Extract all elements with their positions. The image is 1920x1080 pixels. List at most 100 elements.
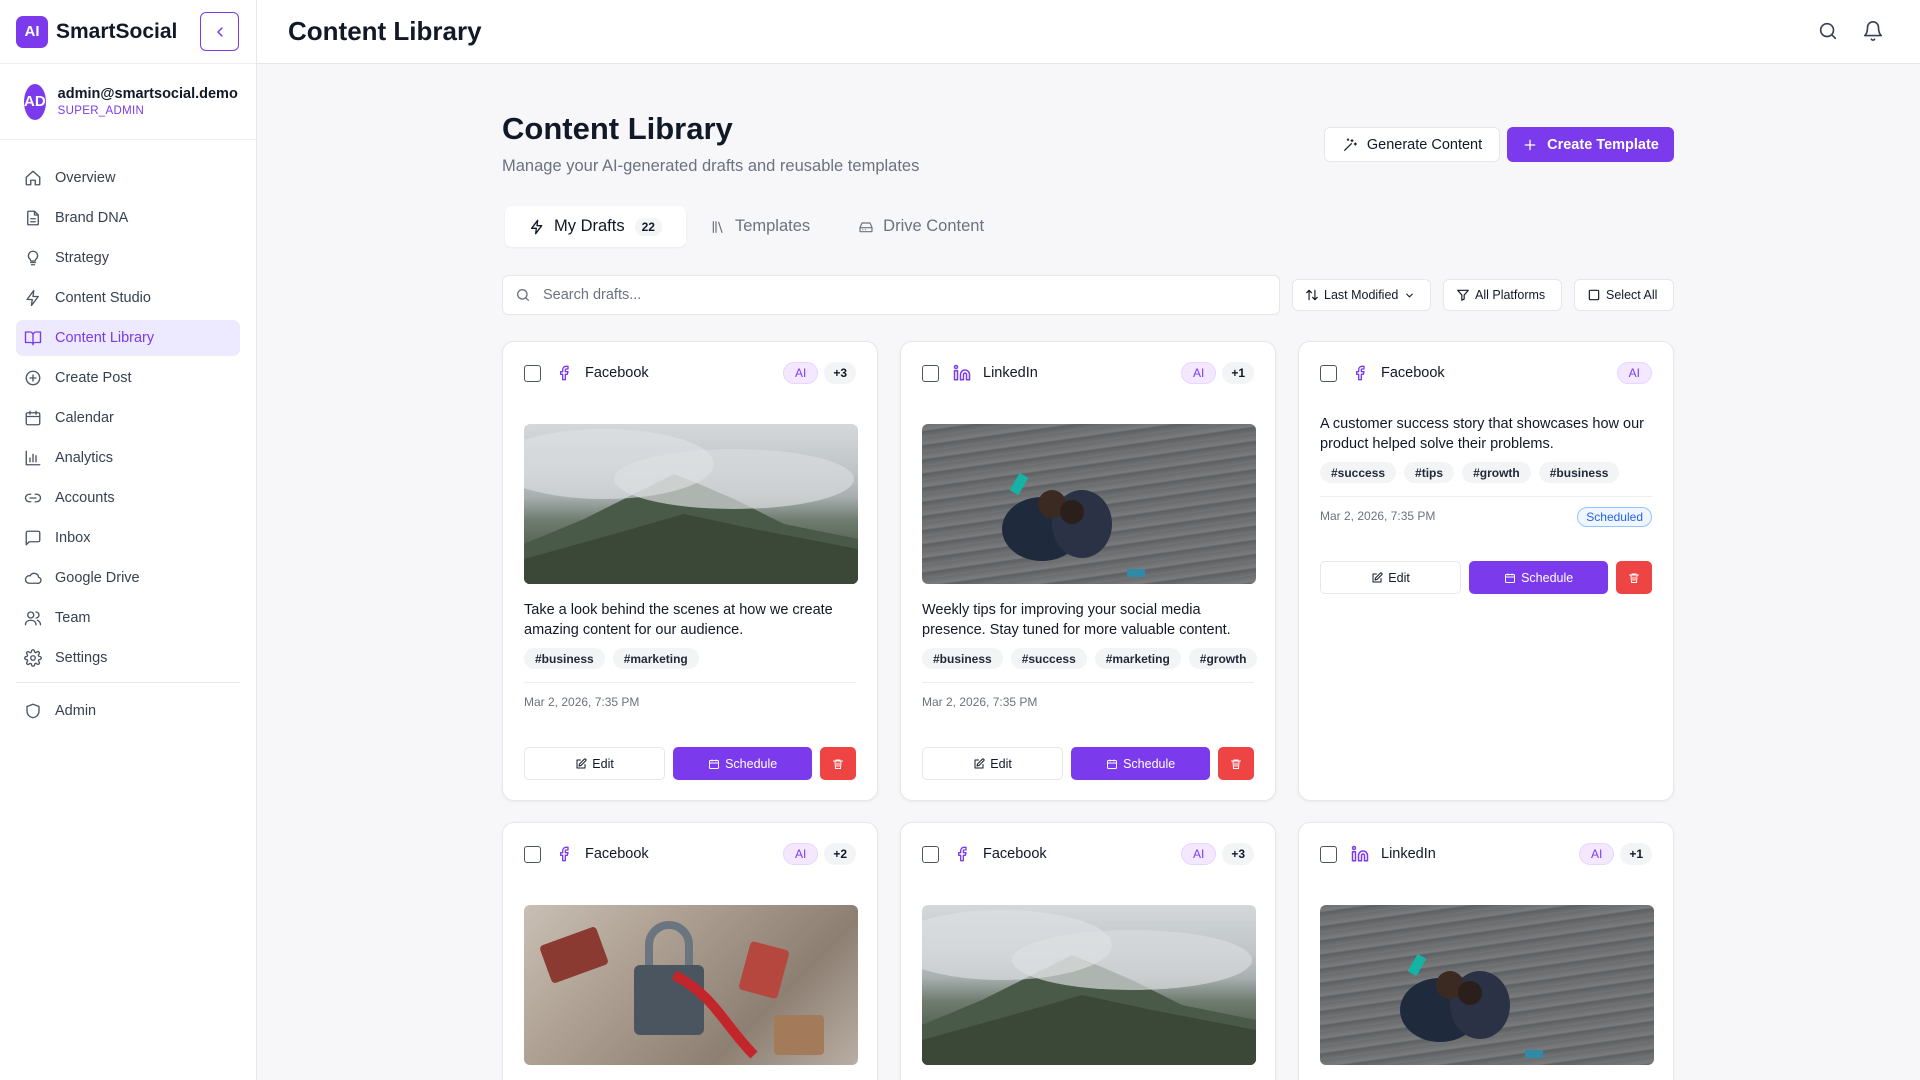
sort-dropdown[interactable]: Last Modified — [1292, 279, 1431, 311]
sidebar-item-google-drive[interactable]: Google Drive — [16, 560, 240, 596]
hashtag: #success — [1320, 462, 1397, 483]
schedule-button[interactable]: Schedule — [673, 747, 813, 780]
platform-filter-label: All Platforms — [1475, 288, 1546, 302]
sidebar-item-content-studio[interactable]: Content Studio — [16, 280, 240, 316]
sidebar-item-settings[interactable]: Settings — [16, 640, 240, 676]
card-checkbox[interactable] — [922, 845, 939, 863]
card-checkbox[interactable] — [1320, 845, 1337, 863]
post-text: Take a look behind the scenes at how we … — [524, 602, 833, 638]
users-icon — [24, 611, 42, 626]
sidebar-item-label: Content Studio — [55, 290, 151, 306]
drive-icon — [859, 221, 873, 232]
post-text: Weekly tips for improving your social me… — [922, 602, 1231, 638]
create-template-button[interactable]: Create Template — [1507, 127, 1674, 162]
ai-badge: AI — [1180, 843, 1217, 865]
edit-label: Edit — [1388, 570, 1410, 585]
divider — [524, 682, 856, 683]
schedule-button[interactable]: Schedule — [1469, 561, 1609, 594]
edit-label: Edit — [990, 756, 1012, 771]
sidebar-item-admin[interactable]: Admin — [16, 693, 240, 729]
generate-content-button[interactable]: Generate Content — [1324, 127, 1500, 162]
user-profile[interactable]: AD admin@smartsocial.demo SUPER_ADMIN — [0, 64, 256, 140]
collapse-sidebar-button[interactable] — [200, 12, 239, 51]
facebook-icon — [555, 845, 573, 863]
card-checkbox[interactable] — [524, 364, 541, 382]
tab-templates[interactable]: Templates — [686, 206, 834, 247]
bell-icon[interactable] — [1862, 20, 1884, 42]
search-icon — [517, 289, 529, 301]
extra-platforms-badge: +3 — [824, 362, 856, 384]
post-text: A customer success story that showcases … — [1320, 416, 1644, 452]
tab-my-drafts[interactable]: My Drafts 22 — [505, 206, 686, 247]
sidebar-item-strategy[interactable]: Strategy — [16, 240, 240, 276]
schedule-button[interactable]: Schedule — [1071, 747, 1211, 780]
facebook-icon — [1351, 364, 1369, 382]
search-input[interactable] — [543, 287, 1243, 303]
select-all-button[interactable]: Select All — [1574, 279, 1674, 311]
sidebar-item-label: Analytics — [55, 450, 114, 466]
page-subtitle: Manage your AI-generated drafts and reus… — [502, 157, 920, 175]
sidebar-item-label: Accounts — [55, 490, 115, 506]
checkbox-icon — [1588, 289, 1600, 301]
draft-card: Facebook AI A customer success story tha… — [1298, 341, 1674, 801]
tab-drive-content[interactable]: Drive Content — [834, 206, 1008, 247]
extra-platforms-badge: +1 — [1620, 843, 1652, 865]
sidebar-item-label: Inbox — [55, 530, 91, 546]
sidebar-item-label: Brand DNA — [55, 210, 129, 226]
sort-icon — [1306, 289, 1318, 301]
delete-button[interactable] — [1218, 747, 1254, 780]
platform-name: Facebook — [585, 365, 649, 381]
ai-badge: AI — [782, 362, 819, 384]
delete-button[interactable] — [1616, 561, 1652, 594]
post-image-mountain — [524, 424, 858, 584]
cloud-icon — [24, 572, 42, 584]
edit-button[interactable]: Edit — [524, 747, 666, 780]
draft-card: Facebook AI +3 — [900, 822, 1276, 1080]
sidebar-item-inbox[interactable]: Inbox — [16, 520, 240, 556]
brand-logo[interactable]: AI — [16, 15, 48, 48]
search-icon[interactable] — [1817, 20, 1839, 42]
top-bar: Content Library — [257, 0, 1920, 64]
trash-icon — [833, 759, 844, 769]
avatar: AD — [24, 83, 46, 120]
edit-button[interactable]: Edit — [922, 747, 1064, 780]
post-date: Mar 2, 2026, 7:35 PM — [1320, 509, 1436, 523]
filter-icon — [1457, 289, 1469, 301]
library-icon — [712, 220, 723, 233]
delete-button[interactable] — [820, 747, 856, 780]
sidebar-item-label: Strategy — [55, 250, 109, 266]
search-bar — [502, 275, 1280, 315]
platform-filter[interactable]: All Platforms — [1443, 279, 1562, 311]
card-checkbox[interactable] — [922, 364, 939, 382]
post-image-people — [922, 424, 1256, 584]
post-image-locks — [524, 905, 858, 1065]
facebook-icon — [953, 845, 971, 863]
hashtag: #marketing — [612, 648, 699, 669]
sidebar-item-accounts[interactable]: Accounts — [16, 480, 240, 516]
sidebar-item-analytics[interactable]: Analytics — [16, 440, 240, 476]
edit-button[interactable]: Edit — [1320, 561, 1462, 594]
edit-icon — [1372, 571, 1383, 582]
sidebar-item-label: Settings — [55, 650, 108, 666]
sidebar-item-team[interactable]: Team — [16, 600, 240, 636]
calendar-icon — [709, 759, 720, 769]
chevron-left-icon — [216, 26, 223, 37]
edit-icon — [576, 757, 587, 768]
sidebar-item-create-post[interactable]: Create Post — [16, 360, 240, 396]
message-icon — [25, 530, 41, 546]
extra-platforms-badge: +3 — [1222, 843, 1254, 865]
sidebar-item-content-library[interactable]: Content Library — [16, 320, 240, 356]
sidebar-item-overview[interactable]: Overview — [16, 160, 240, 196]
hashtag: #business — [524, 648, 605, 669]
post-image-mountain — [922, 905, 1256, 1065]
divider — [1320, 496, 1652, 497]
card-checkbox[interactable] — [1320, 364, 1337, 382]
link-icon — [24, 493, 42, 503]
post-image-people — [1320, 905, 1654, 1065]
draft-card: LinkedIn AI +1 — [1298, 822, 1674, 1080]
card-checkbox[interactable] — [524, 845, 541, 863]
sort-label: Last Modified — [1324, 288, 1399, 302]
divider — [922, 682, 1254, 683]
sidebar-item-calendar[interactable]: Calendar — [16, 400, 240, 436]
sidebar-item-brand-dna[interactable]: Brand DNA — [16, 200, 240, 236]
